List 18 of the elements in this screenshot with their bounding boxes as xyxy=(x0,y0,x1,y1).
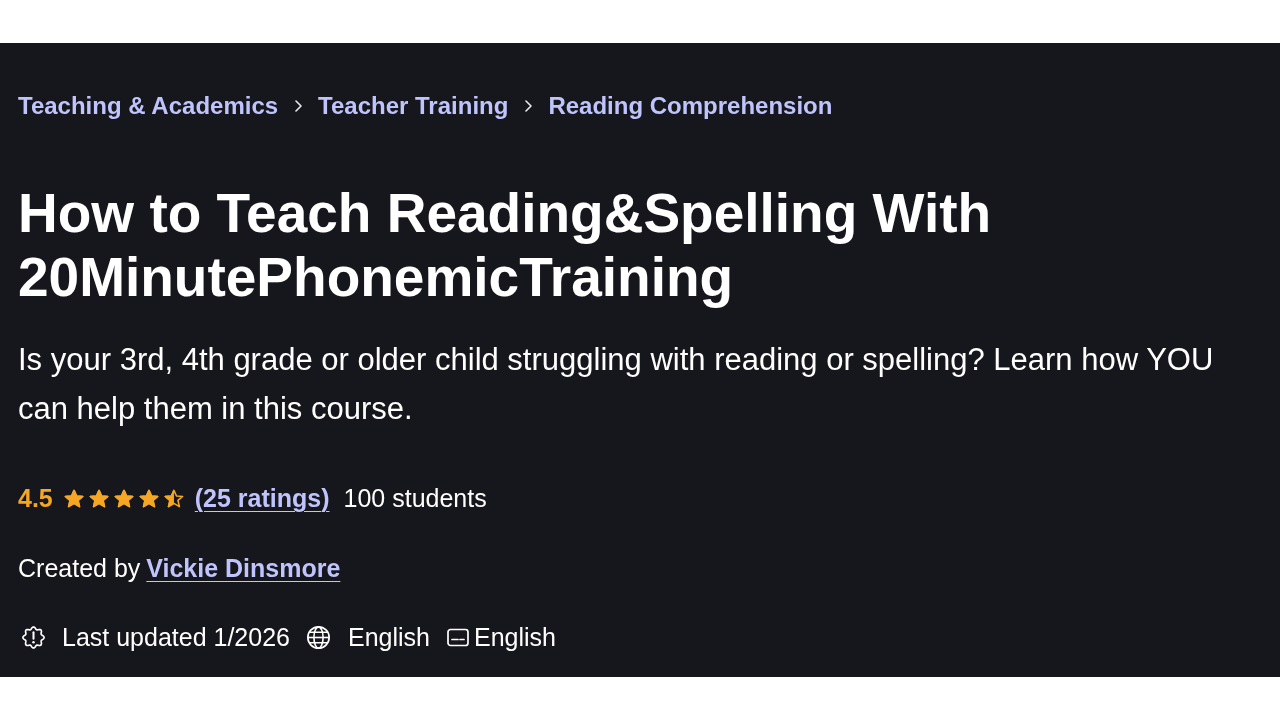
chevron-right-icon xyxy=(295,100,303,112)
breadcrumb-link[interactable]: Reading Comprehension xyxy=(548,91,833,121)
rating-score: 4.5 xyxy=(18,483,53,513)
captions-icon xyxy=(447,627,469,647)
created-by-label: Created by xyxy=(18,553,141,583)
student-count: 100 students xyxy=(343,483,487,513)
chevron-right-icon xyxy=(525,100,533,112)
last-updated-text: Last updated 1/2026 xyxy=(62,622,290,652)
alert-badge-icon xyxy=(22,625,45,649)
breadcrumb-link[interactable]: Teacher Training xyxy=(318,91,509,121)
captions-language-text: English xyxy=(474,622,556,652)
ratings-link[interactable]: (25 ratings) xyxy=(194,483,330,513)
breadcrumb-link[interactable]: Teaching & Academics xyxy=(18,91,279,121)
course-title: How to Teach Reading&Spelling With 20MinutePhonemicTraining xyxy=(18,181,993,309)
author-link[interactable]: Vickie Dinsmore xyxy=(146,553,341,583)
globe-icon xyxy=(307,625,330,649)
course-headline: Is your 3rd, 4th grade or older child struggling with reading or spelling? Learn how YOU can help them in this course. xyxy=(18,341,1215,428)
language-text: English xyxy=(348,622,430,652)
